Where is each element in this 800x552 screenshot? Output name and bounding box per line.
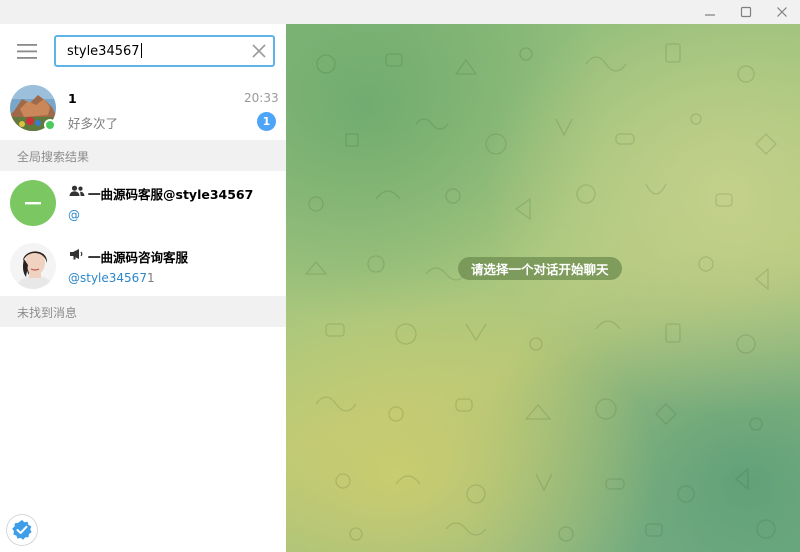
text-caret — [140, 43, 142, 58]
channel-title: 一曲源码咨询客服 — [88, 250, 189, 265]
unread-badge: 1 — [257, 112, 276, 131]
title-bar — [0, 0, 800, 24]
minimize-icon — [705, 14, 715, 16]
global-result-channel[interactable]: 一曲源码咨询客服 @style345671 — [0, 234, 286, 296]
chat-last-message: 好多次了 — [68, 116, 119, 131]
channel-subtitle: @style345671 — [68, 271, 155, 285]
online-indicator — [44, 119, 56, 131]
group-icon — [69, 185, 85, 196]
hamburger-icon — [17, 43, 37, 59]
group-avatar — [10, 180, 56, 226]
chat-time: 20:33 — [244, 91, 279, 105]
channel-username-suffix: 1 — [146, 271, 155, 285]
search-text: style34567 — [67, 43, 142, 59]
main-menu-button[interactable] — [13, 41, 41, 61]
maximize-button[interactable] — [726, 0, 766, 24]
dialogs-panel: style34567 1 20:33 好多次了 1 全局搜索结果 一曲源码客服@… — [0, 24, 286, 552]
maximize-icon — [740, 6, 752, 18]
chat-title: 1 — [68, 91, 77, 106]
channel-avatar — [10, 243, 56, 289]
avatar-letter-icon — [25, 202, 41, 205]
global-results-header: 全局搜索结果 — [0, 140, 286, 171]
group-title: 一曲源码客服@style34567 — [88, 187, 254, 202]
close-button[interactable] — [762, 0, 800, 24]
verified-badge-button[interactable] — [7, 515, 37, 545]
chat-row[interactable]: 1 20:33 好多次了 1 — [0, 75, 286, 139]
messages-results-header: 未找到消息 — [0, 296, 286, 327]
search-input[interactable]: style34567 — [54, 35, 275, 67]
close-icon — [777, 7, 787, 17]
clear-search-icon[interactable] — [251, 43, 267, 59]
wallpaper-pattern — [304, 43, 777, 542]
group-subtitle: @ — [68, 208, 80, 222]
verified-check-icon — [12, 520, 32, 540]
empty-chat-hint: 请选择一个对话开始聊天 — [458, 257, 622, 280]
minimize-button[interactable] — [690, 0, 730, 24]
channel-username: @style34567 — [68, 271, 147, 285]
chat-area: 请选择一个对话开始聊天 — [286, 24, 800, 552]
megaphone-icon — [70, 249, 83, 260]
global-result-group[interactable]: 一曲源码客服@style34567 @ — [0, 171, 286, 233]
